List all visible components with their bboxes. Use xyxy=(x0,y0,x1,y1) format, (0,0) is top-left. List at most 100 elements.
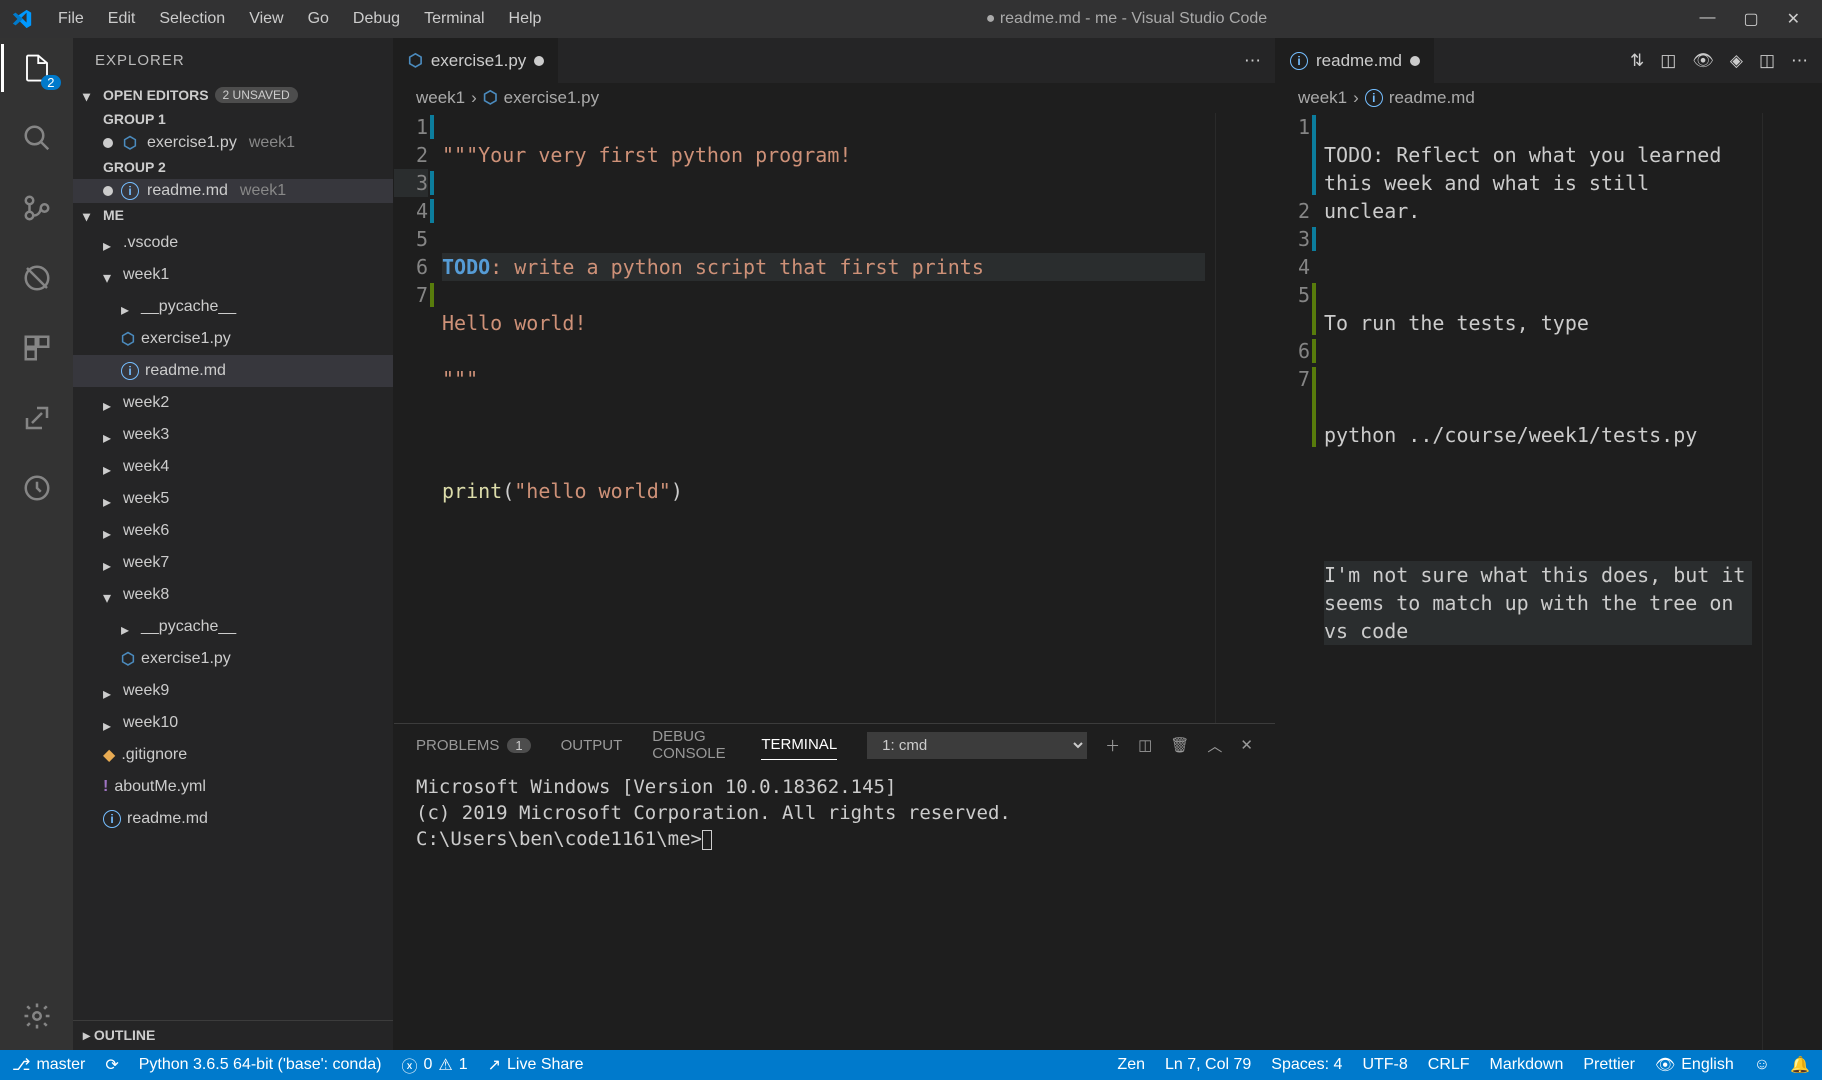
activity-extensions[interactable] xyxy=(17,328,57,368)
workspace-header[interactable]: ME xyxy=(73,203,393,227)
tree-folder-week10[interactable]: week10 xyxy=(73,707,393,739)
menu-selection[interactable]: Selection xyxy=(147,0,237,38)
tab-more-icon[interactable]: ⋯ xyxy=(1244,51,1261,71)
activity-settings[interactable] xyxy=(17,996,57,1036)
panel-close-icon[interactable]: ✕ xyxy=(1240,736,1253,754)
activity-source-control[interactable] xyxy=(17,188,57,228)
status-notifications[interactable]: 🔔 xyxy=(1790,1055,1810,1075)
status-sync[interactable]: ⟳ xyxy=(105,1055,118,1075)
menu-edit[interactable]: Edit xyxy=(96,0,148,38)
code-text xyxy=(1324,505,1752,533)
chevron-right-icon xyxy=(103,460,117,474)
terminal-line: (c) 2019 Microsoft Corporation. All righ… xyxy=(416,802,1011,824)
tree-file-aboutme[interactable]: !aboutMe.yml xyxy=(73,771,393,803)
status-bar: ⎇master ⟳ Python 3.6.5 64-bit ('base': c… xyxy=(0,1050,1822,1080)
tree-label: week7 xyxy=(123,554,169,572)
status-branch[interactable]: ⎇master xyxy=(12,1055,85,1075)
tree-folder-week5[interactable]: week5 xyxy=(73,483,393,515)
activity-time-icon[interactable] xyxy=(17,468,57,508)
unsaved-badge: 2 UNSAVED xyxy=(215,87,298,103)
panel-tab-problems[interactable]: PROBLEMS1 xyxy=(416,731,531,760)
tree-label: .vscode xyxy=(123,234,178,252)
tree-folder-week9[interactable]: week9 xyxy=(73,675,393,707)
kill-terminal-icon[interactable]: 🗑 xyxy=(1170,736,1189,754)
status-problems[interactable]: ⓧ0⚠1 xyxy=(401,1053,467,1077)
menu-file[interactable]: File xyxy=(46,0,96,38)
window-maximize-icon[interactable]: ▢ xyxy=(1743,9,1758,29)
status-encoding[interactable]: UTF-8 xyxy=(1362,1056,1407,1074)
menu-go[interactable]: Go xyxy=(296,0,341,38)
dirty-indicator-icon xyxy=(103,186,113,196)
window-minimize-icon[interactable]: — xyxy=(1699,9,1715,29)
open-editor-readme[interactable]: i readme.md week1 xyxy=(73,179,393,203)
activity-explorer[interactable]: 2 xyxy=(17,48,57,88)
tree-file-readme-root[interactable]: ireadme.md xyxy=(73,803,393,835)
tree-file-exercise1[interactable]: ⬡exercise1.py xyxy=(73,323,393,355)
status-eol[interactable]: CRLF xyxy=(1428,1056,1470,1074)
line-number: 1 xyxy=(1276,113,1310,197)
tree-folder-week3[interactable]: week3 xyxy=(73,419,393,451)
terminal-shell-select[interactable]: 1: cmd xyxy=(867,732,1087,759)
open-editors-header[interactable]: OPEN EDITORS 2 UNSAVED xyxy=(73,83,393,107)
status-prettier[interactable]: Prettier xyxy=(1583,1056,1635,1074)
open-editor-exercise1[interactable]: ⬡ exercise1.py week1 xyxy=(73,131,393,155)
status-liveshare[interactable]: ↗Live Share xyxy=(488,1055,584,1075)
code-editor-right[interactable]: 1 2 3 4 5 6 7 TODO: Reflect on what you … xyxy=(1276,113,1822,1050)
breadcrumb-left[interactable]: week1› ⬡ exercise1.py xyxy=(394,83,1275,113)
status-spell[interactable]: 👁English xyxy=(1655,1055,1734,1075)
run-icon[interactable]: ◈ xyxy=(1730,51,1743,71)
status-cursor[interactable]: Ln 7, Col 79 xyxy=(1165,1056,1251,1074)
breadcrumb-right[interactable]: week1› i readme.md xyxy=(1276,83,1822,113)
tree-label: week3 xyxy=(123,426,169,444)
minimap[interactable] xyxy=(1762,113,1822,1050)
tree-folder-week4[interactable]: week4 xyxy=(73,451,393,483)
split-terminal-icon[interactable]: ◫ xyxy=(1138,736,1152,754)
panel-maximize-icon[interactable]: ︿ xyxy=(1207,735,1222,756)
tree-folder-pycache-week8[interactable]: __pycache__ xyxy=(73,611,393,643)
terminal-body[interactable]: Microsoft Windows [Version 10.0.18362.14… xyxy=(394,766,1275,1050)
status-zen[interactable]: Zen xyxy=(1117,1056,1145,1074)
minimap[interactable] xyxy=(1215,113,1275,723)
tree-folder-pycache-week1[interactable]: __pycache__ xyxy=(73,291,393,323)
status-language[interactable]: Markdown xyxy=(1490,1056,1564,1074)
status-python[interactable]: Python 3.6.5 64-bit ('base': conda) xyxy=(139,1056,382,1074)
tab-more-icon[interactable]: ⋯ xyxy=(1791,51,1808,71)
window-close-icon[interactable]: ✕ xyxy=(1787,9,1800,29)
tree-folder-week2[interactable]: week2 xyxy=(73,387,393,419)
tab-readme[interactable]: i readme.md xyxy=(1276,38,1435,83)
activity-debug[interactable] xyxy=(17,258,57,298)
outline-header[interactable]: OUTLINE xyxy=(73,1020,393,1050)
menu-view[interactable]: View xyxy=(237,0,295,38)
breadcrumb-segment: week1 xyxy=(1298,88,1347,108)
code-editor-left[interactable]: 1 2 3 4 5 6 7 """Your very first python … xyxy=(394,113,1275,723)
panel-tab-output[interactable]: OUTPUT xyxy=(561,731,623,760)
activity-search[interactable] xyxy=(17,118,57,158)
tree-file-gitignore[interactable]: ◆.gitignore xyxy=(73,739,393,771)
tree-folder-week7[interactable]: week7 xyxy=(73,547,393,579)
status-text: Live Share xyxy=(507,1056,584,1074)
menu-debug[interactable]: Debug xyxy=(341,0,412,38)
open-preview-icon[interactable]: ◫ xyxy=(1660,51,1676,71)
new-terminal-icon[interactable]: ＋ xyxy=(1105,735,1120,756)
menu-terminal[interactable]: Terminal xyxy=(412,0,496,38)
status-feedback[interactable]: ☺ xyxy=(1754,1056,1770,1074)
tree-file-readme-week1[interactable]: ireadme.md xyxy=(73,355,393,387)
chevron-right-icon: › xyxy=(1353,88,1359,108)
menu-help[interactable]: Help xyxy=(497,0,554,38)
git-compare-icon[interactable]: ⇅ xyxy=(1630,51,1644,71)
activity-liveshare[interactable] xyxy=(17,398,57,438)
panel-tab-terminal[interactable]: TERMINAL xyxy=(761,730,837,760)
tree-folder-week8[interactable]: week8 xyxy=(73,579,393,611)
preview-icon[interactable]: 👁 xyxy=(1692,51,1714,71)
tree-folder-week1[interactable]: week1 xyxy=(73,259,393,291)
split-editor-icon[interactable]: ◫ xyxy=(1759,51,1775,71)
tab-exercise1[interactable]: ⬡ exercise1.py xyxy=(394,38,559,83)
code-text xyxy=(442,421,1205,449)
tree-file-exercise1-week8[interactable]: ⬡exercise1.py xyxy=(73,643,393,675)
panel-tab-debug[interactable]: DEBUG CONSOLE xyxy=(652,722,731,768)
tree-folder-week6[interactable]: week6 xyxy=(73,515,393,547)
info-file-icon: i xyxy=(103,810,121,828)
tree-folder-vscode[interactable]: .vscode xyxy=(73,227,393,259)
chevron-right-icon xyxy=(103,428,117,442)
status-spaces[interactable]: Spaces: 4 xyxy=(1271,1056,1342,1074)
